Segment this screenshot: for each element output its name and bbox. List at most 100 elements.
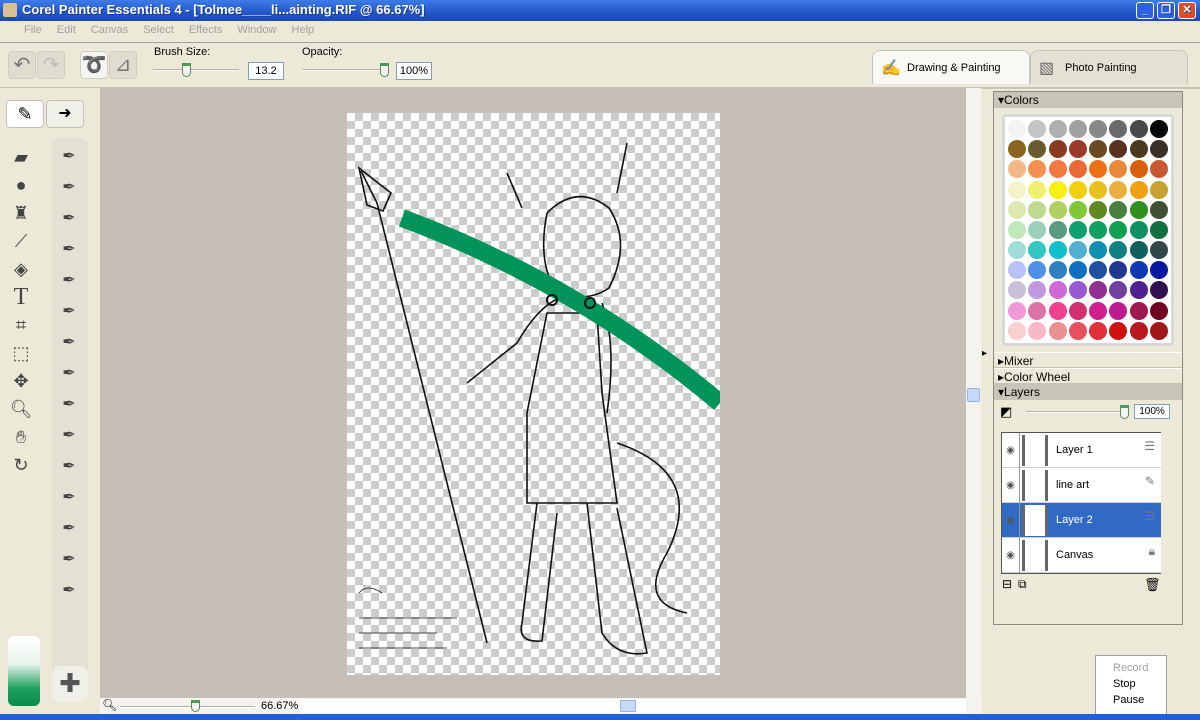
color-swatch[interactable]: [1109, 140, 1128, 159]
color-swatch[interactable]: [1089, 160, 1107, 179]
brush-variant-icon[interactable]: ✒: [56, 298, 82, 329]
color-swatch[interactable]: [1028, 301, 1047, 320]
color-swatch[interactable]: [1068, 321, 1087, 340]
undo-button[interactable]: ↶: [8, 51, 36, 79]
brush-variant-icon[interactable]: ✒: [56, 577, 82, 608]
color-swatch[interactable]: [1149, 220, 1168, 239]
brush-size-thumb[interactable]: [181, 63, 191, 77]
text-tool-icon[interactable]: T: [8, 283, 34, 311]
color-swatch[interactable]: [1149, 281, 1168, 300]
color-wheel-panel-header[interactable]: ▸Color Wheel: [994, 368, 1182, 384]
rotate-page-tool-icon[interactable]: ↻: [8, 451, 34, 479]
colors-panel-header[interactable]: ▾Colors: [994, 92, 1182, 108]
menu-help[interactable]: Help: [292, 24, 315, 36]
minimize-button[interactable]: _: [1136, 2, 1154, 19]
paint-bucket-tool-icon[interactable]: ◈: [8, 255, 34, 283]
color-swatch[interactable]: [1048, 160, 1067, 179]
vertical-scrollbar[interactable]: [966, 88, 981, 698]
color-swatch[interactable]: [1028, 120, 1047, 138]
brush-tool-button[interactable]: ✎: [6, 100, 44, 128]
color-swatch[interactable]: [1109, 180, 1128, 199]
brush-variant-icon[interactable]: ✒: [56, 360, 82, 391]
color-swatch[interactable]: [1129, 140, 1148, 159]
color-swatch[interactable]: [1129, 220, 1148, 239]
menu-select[interactable]: Select: [143, 24, 174, 36]
color-swatch[interactable]: [1068, 120, 1087, 138]
grabber-hand-tool-icon[interactable]: ✋︎: [8, 423, 34, 451]
opacity-thumb[interactable]: [380, 63, 389, 77]
color-swatch[interactable]: [1068, 241, 1087, 260]
brush-variant-icon[interactable]: ✒: [56, 143, 82, 174]
color-swatch[interactable]: [1149, 241, 1168, 260]
color-swatch[interactable]: [1008, 120, 1026, 138]
mixer-panel-header[interactable]: ▸Mixer: [994, 352, 1182, 368]
color-swatch[interactable]: [1028, 160, 1047, 179]
color-swatch[interactable]: [1008, 301, 1026, 320]
color-swatch[interactable]: [1008, 180, 1026, 199]
color-swatch[interactable]: [1008, 321, 1026, 340]
clone-stamp-tool-icon[interactable]: ♜: [8, 199, 34, 227]
color-swatch[interactable]: [1048, 281, 1067, 300]
color-swatch[interactable]: [1008, 160, 1026, 179]
color-swatch[interactable]: [1008, 200, 1026, 219]
layer-options-icon[interactable]: ⧉: [1018, 577, 1027, 592]
brush-variant-icon[interactable]: ✒: [56, 546, 82, 577]
color-swatch[interactable]: [1129, 180, 1148, 199]
layers-panel-header[interactable]: ▾Layers: [994, 384, 1182, 400]
menu-canvas[interactable]: Canvas: [91, 24, 128, 36]
color-swatch[interactable]: [1129, 301, 1148, 320]
color-swatch[interactable]: [1129, 261, 1148, 280]
rectangle-select-tool-icon[interactable]: ⬚: [8, 339, 34, 367]
brush-variant-icon[interactable]: ✒: [56, 205, 82, 236]
brush-size-field[interactable]: 13.2: [248, 62, 284, 80]
color-swatch[interactable]: [1129, 120, 1148, 138]
color-swatch[interactable]: [1028, 261, 1047, 280]
brush-variant-icon[interactable]: ✒: [56, 484, 82, 515]
color-swatch[interactable]: [1149, 120, 1168, 138]
layer-opacity-thumb[interactable]: [1120, 405, 1129, 419]
color-swatch[interactable]: [1028, 241, 1047, 260]
color-swatch[interactable]: [1149, 160, 1168, 179]
color-swatch[interactable]: [1028, 220, 1047, 239]
brush-variant-icon[interactable]: ✒: [56, 267, 82, 298]
color-swatch[interactable]: [1028, 140, 1047, 159]
color-swatch[interactable]: [1109, 160, 1128, 179]
close-button[interactable]: ✕: [1178, 2, 1196, 19]
tab-photo-painting[interactable]: ▧ Photo Painting: [1030, 50, 1188, 84]
color-swatch[interactable]: [1129, 160, 1148, 179]
layer-opacity-field[interactable]: 100%: [1134, 404, 1170, 419]
move-tool-icon[interactable]: ✥: [8, 367, 34, 395]
straight-line-stroke-button[interactable]: ⊿: [109, 51, 137, 79]
color-swatch[interactable]: [1089, 241, 1107, 260]
color-swatch[interactable]: [1109, 200, 1128, 219]
brush-variant-icon[interactable]: ✒: [56, 391, 82, 422]
visibility-eye-icon[interactable]: ◉: [1002, 468, 1020, 503]
composite-method-icon[interactable]: ◩: [1000, 404, 1012, 420]
color-swatch[interactable]: [1048, 140, 1067, 159]
brush-size-slider[interactable]: [153, 69, 239, 71]
brush-variant-icon[interactable]: ✒: [56, 174, 82, 205]
color-swatch[interactable]: [1048, 241, 1067, 260]
color-swatch[interactable]: [1109, 321, 1128, 340]
magnifier-tool-icon[interactable]: 🔍︎: [8, 395, 34, 423]
redo-button[interactable]: ↷: [37, 51, 65, 79]
color-swatch[interactable]: [1008, 281, 1026, 300]
color-swatch[interactable]: [1089, 281, 1107, 300]
color-swatch[interactable]: [1149, 180, 1168, 199]
color-swatch[interactable]: [1129, 241, 1148, 260]
dropper-fill-tool-icon[interactable]: ●: [8, 171, 34, 199]
color-swatch[interactable]: [1068, 301, 1087, 320]
layer-row[interactable]: ◉ Canvas 🔒︎: [1002, 538, 1161, 573]
delete-layer-icon[interactable]: 🗑︎: [1144, 577, 1161, 593]
color-swatch[interactable]: [1028, 321, 1047, 340]
vertical-scroll-thumb[interactable]: [967, 388, 980, 402]
canvas-area[interactable]: [100, 88, 966, 698]
opacity-field[interactable]: 100%: [396, 62, 432, 80]
brush-selector-toggle[interactable]: ➜: [46, 100, 84, 128]
color-swatch[interactable]: [1068, 281, 1087, 300]
pause-menu-item[interactable]: Pause: [1113, 692, 1166, 708]
menu-file[interactable]: File: [24, 24, 42, 36]
dropper-tool-icon[interactable]: ⟋: [8, 227, 34, 255]
color-swatch[interactable]: [1149, 321, 1168, 340]
horizontal-scroll-thumb[interactable]: [620, 700, 636, 712]
